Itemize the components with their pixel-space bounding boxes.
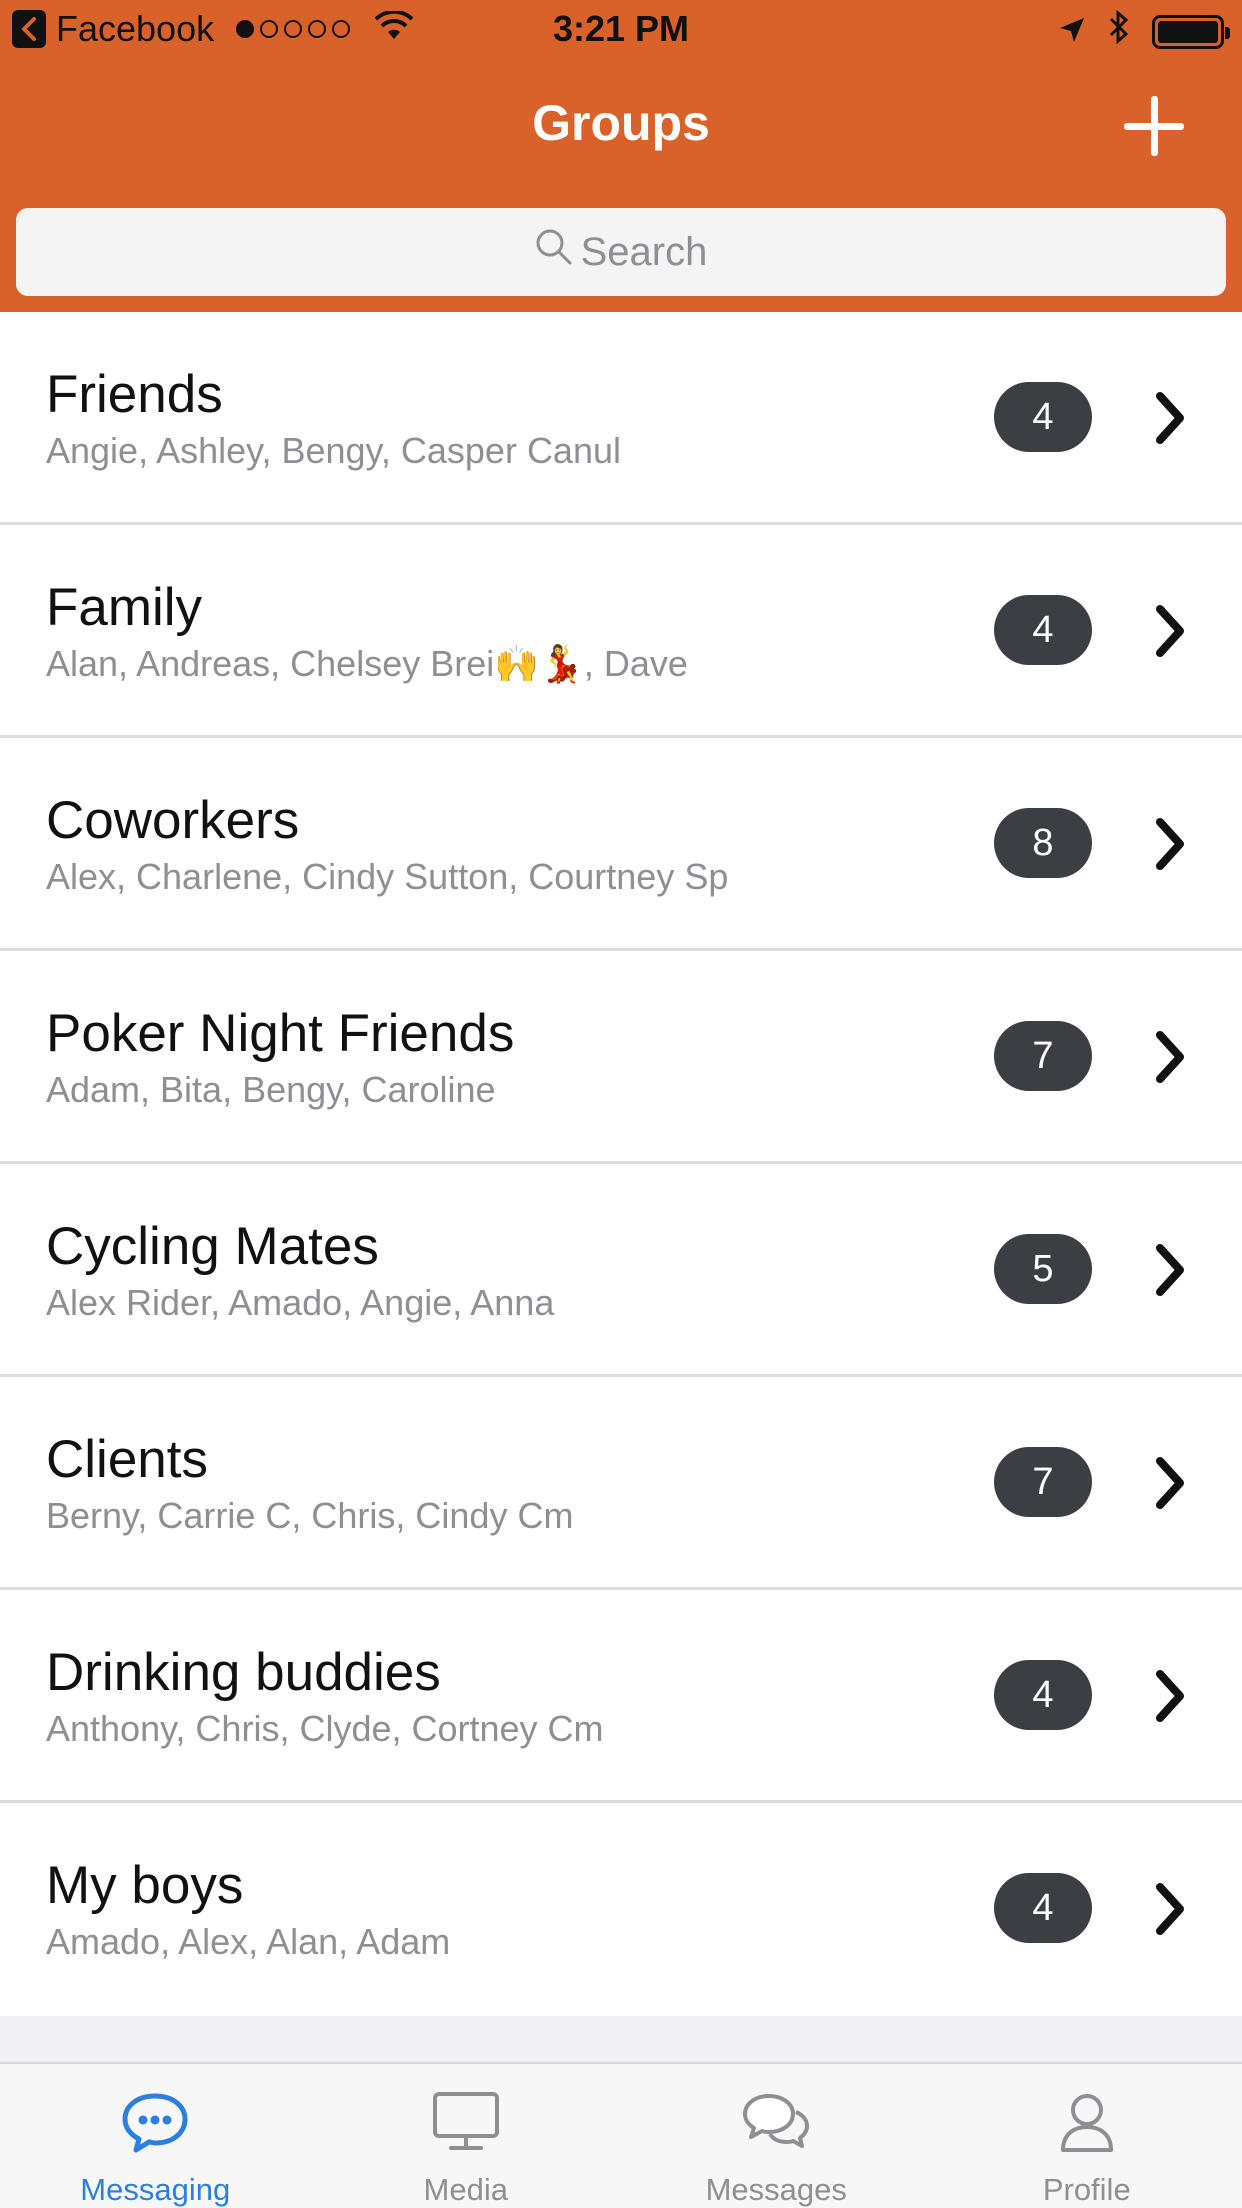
status-time: 3:21 PM [552, 8, 690, 49]
member-count-badge: 8 [994, 808, 1092, 878]
search-input[interactable]: Search [16, 208, 1226, 296]
chevron-right-icon [1156, 1244, 1184, 1296]
navigation-bar: Groups [0, 60, 1242, 192]
group-row[interactable]: Coworkers Alex, Charlene, Cindy Sutton, … [0, 738, 1242, 951]
search-bar-container: Search [0, 192, 1242, 312]
group-row[interactable]: Clients Berny, Carrie C, Chris, Cindy Cm… [0, 1377, 1242, 1590]
group-name: Clients [46, 1430, 209, 1489]
add-group-button[interactable] [1124, 96, 1184, 156]
group-members: Alex, Charlene, Cindy Sutton, Courtney S… [46, 856, 729, 897]
tab-label: Messages [705, 2172, 847, 2207]
group-name: Coworkers [46, 791, 300, 850]
group-name: Poker Night Friends [46, 1004, 515, 1063]
bluetooth-icon [1108, 9, 1130, 53]
tab-label: Media [423, 2172, 508, 2207]
group-members: Alex Rider, Amado, Angie, Anna [46, 1282, 555, 1323]
chevron-right-icon [1156, 1883, 1184, 1935]
person-icon [1060, 2094, 1113, 2152]
chevron-right-icon [1156, 1031, 1184, 1083]
chevron-right-icon [1156, 1457, 1184, 1509]
group-row[interactable]: Family Alan, Andreas, Chelsey Brei🙌💃, Da… [0, 525, 1242, 738]
member-count-badge: 4 [994, 1873, 1092, 1943]
page-title: Groups [532, 95, 710, 151]
member-count-badge: 7 [994, 1447, 1092, 1517]
tab-profile[interactable]: Profile [932, 2064, 1242, 2208]
monitor-icon [432, 2092, 499, 2150]
member-count-badge: 4 [994, 595, 1092, 665]
group-members: Berny, Carrie C, Chris, Cindy Cm [46, 1495, 574, 1536]
member-count-badge: 5 [994, 1234, 1092, 1304]
chevron-right-icon [1156, 392, 1184, 444]
group-name: Friends [46, 365, 223, 424]
status-bar: Facebook 3:21 PM [0, 0, 1242, 60]
group-name: My boys [46, 1856, 244, 1915]
location-arrow-icon [1058, 11, 1086, 53]
group-members: Alan, Andreas, Chelsey Brei🙌💃, Dave [46, 643, 688, 684]
group-row[interactable]: Poker Night Friends Adam, Bita, Bengy, C… [0, 951, 1242, 1164]
messages-bubbles-icon [743, 2094, 810, 2148]
group-members: Amado, Alex, Alan, Adam [46, 1921, 451, 1962]
search-icon [535, 228, 573, 276]
group-row[interactable]: Cycling Mates Alex Rider, Amado, Angie, … [0, 1164, 1242, 1377]
search-placeholder: Search [580, 229, 708, 274]
group-members: Anthony, Chris, Clyde, Cortney Cm [46, 1708, 604, 1749]
group-members: Angie, Ashley, Bengy, Casper Canul [46, 430, 621, 471]
tab-bar: Messaging Media Messages Profile [0, 2062, 1242, 2208]
battery-icon [1152, 14, 1230, 49]
group-name: Family [46, 578, 203, 637]
group-name: Drinking buddies [46, 1643, 441, 1702]
member-count-badge: 4 [994, 1660, 1092, 1730]
chevron-right-icon [1156, 818, 1184, 870]
group-row[interactable]: Friends Angie, Ashley, Bengy, Casper Can… [0, 312, 1242, 525]
tab-label: Profile [1042, 2172, 1131, 2207]
tab-media[interactable]: Media [311, 2064, 622, 2208]
group-row[interactable]: My boys Amado, Alex, Alan, Adam 4 [0, 1803, 1242, 2016]
member-count-badge: 4 [994, 382, 1092, 452]
tab-messaging[interactable]: Messaging [0, 2064, 311, 2208]
tab-label: Messaging [80, 2172, 231, 2207]
group-name: Cycling Mates [46, 1217, 379, 1276]
group-list: Friends Angie, Ashley, Bengy, Casper Can… [0, 312, 1242, 2016]
chat-bubble-icon [122, 2093, 188, 2153]
group-members: Adam, Bita, Bengy, Caroline [46, 1069, 496, 1110]
tab-messages[interactable]: Messages [621, 2064, 932, 2208]
group-row[interactable]: Drinking buddies Anthony, Chris, Clyde, … [0, 1590, 1242, 1803]
chevron-right-icon [1156, 605, 1184, 657]
member-count-badge: 7 [994, 1021, 1092, 1091]
chevron-right-icon [1156, 1670, 1184, 1722]
